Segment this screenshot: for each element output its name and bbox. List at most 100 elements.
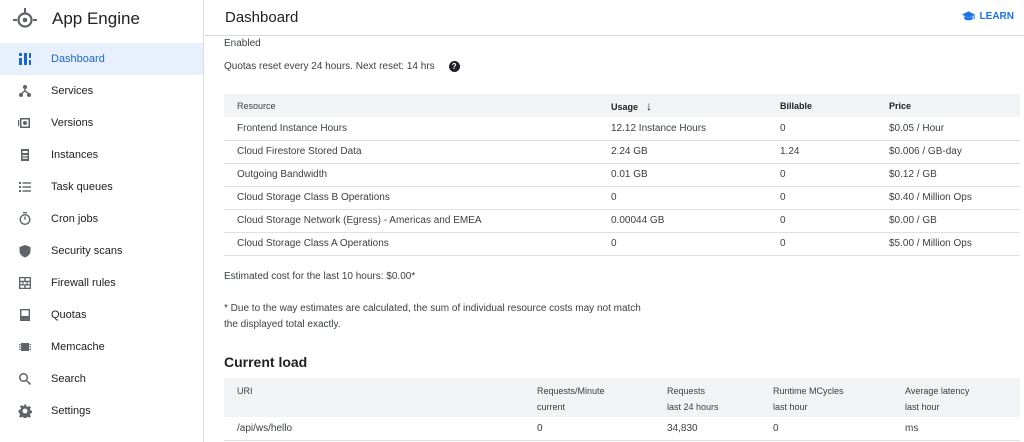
sidebar-item-label: Cron jobs <box>51 213 99 225</box>
sidebar-item-firewall-rules[interactable]: Firewall rules <box>0 267 203 299</box>
sidebar-item-quotas[interactable]: Quotas <box>0 299 203 331</box>
column-header-requests[interactable]: Requests last 24 hours <box>654 378 760 417</box>
security-scans-icon <box>18 244 32 258</box>
brand-title: App Engine <box>52 9 140 28</box>
column-header-price[interactable]: Price <box>876 94 1020 117</box>
requests-per-minute-cell: 0 <box>524 417 654 441</box>
cron-jobs-icon <box>18 212 32 226</box>
price-cell: $0.40 / Million Ops <box>876 186 1020 210</box>
runtime-mcycles-cell: 0 <box>760 417 892 441</box>
resource-cell: Cloud Storage Class B Operations <box>224 186 598 210</box>
usage-cell: 0 <box>598 186 767 210</box>
billable-cell: 1.24 <box>767 140 876 164</box>
column-header-runtime-mcycles[interactable]: Runtime MCycles last hour <box>760 378 892 417</box>
learn-label: LEARN <box>979 11 1014 22</box>
column-header-uri[interactable]: URI <box>224 378 524 417</box>
sidebar-item-label: Services <box>51 85 94 97</box>
sidebar-item-settings[interactable]: Settings <box>0 395 203 427</box>
resource-usage-table: Resource Usage ↓ Billable Price Frontend … <box>224 94 1020 256</box>
table-header-row: Resource Usage ↓ Billable Price <box>224 94 1020 117</box>
usage-cell: 12.12 Instance Hours <box>598 117 767 141</box>
sidebar-item-label: Security scans <box>51 245 123 257</box>
versions-icon <box>18 116 32 130</box>
brand: App Engine <box>0 0 203 38</box>
requests-cell: 34,830 <box>654 417 760 441</box>
table-row: /api/ws/hello 0 34,830 0 ms <box>224 417 1020 441</box>
billable-cell: 0 <box>767 163 876 187</box>
column-header-requests-per-minute[interactable]: Requests/Minute current <box>524 378 654 417</box>
settings-icon <box>18 404 32 418</box>
resource-cell: Cloud Storage Network (Egress) - America… <box>224 209 598 233</box>
quotas-icon <box>18 308 32 322</box>
sidebar-item-search[interactable]: Search <box>0 363 203 395</box>
sidebar-item-label: Versions <box>51 117 94 129</box>
help-icon[interactable]: ? <box>448 61 460 72</box>
quota-reset-line: Quotas reset every 24 hours. Next reset:… <box>224 61 460 72</box>
header-line: URI <box>237 386 253 396</box>
graduation-cap-icon <box>961 11 975 21</box>
sidebar-item-instances[interactable]: Instances <box>0 139 203 171</box>
page-title: Dashboard <box>225 9 299 26</box>
sidebar-item-memcache[interactable]: Memcache <box>0 331 203 363</box>
sidebar-item-label: Dashboard <box>51 53 105 65</box>
price-cell: $5.00 / Million Ops <box>876 232 1020 256</box>
sidebar-item-task-queues[interactable]: Task queues <box>0 171 203 203</box>
current-load-table: URI Requests/Minute current Requests last … <box>224 378 1020 441</box>
sidebar: App Engine Dashboard Services Versions I… <box>0 0 204 442</box>
sidebar-item-label: Memcache <box>51 341 105 353</box>
sidebar-item-label: Task queues <box>51 181 113 193</box>
dashboard-icon <box>18 52 32 66</box>
sidebar-item-label: Firewall rules <box>51 277 116 289</box>
task-queues-icon <box>18 180 32 194</box>
learn-button[interactable]: LEARN <box>961 10 1014 23</box>
billable-cell: 0 <box>767 186 876 210</box>
header-line: Runtime MCycles <box>773 386 844 396</box>
app-engine-logo-icon <box>13 8 37 28</box>
column-header-billable[interactable]: Billable <box>767 94 876 117</box>
sidebar-nav: Dashboard Services Versions Instances Ta… <box>0 43 203 427</box>
column-header-average-latency[interactable]: Average latency last hour <box>892 378 1020 417</box>
resource-cell: Cloud Firestore Stored Data <box>224 140 598 164</box>
services-icon <box>18 84 32 98</box>
header-subline: current <box>537 402 566 412</box>
usage-cell: 2.24 GB <box>598 140 767 164</box>
column-header-usage[interactable]: Usage ↓ <box>598 94 767 117</box>
usage-header-label: Usage <box>611 101 639 112</box>
average-latency-cell: ms <box>892 417 1020 441</box>
sidebar-item-dashboard[interactable]: Dashboard <box>0 43 203 75</box>
table-row: Cloud Storage Network (Egress) - America… <box>224 209 1020 233</box>
sidebar-item-label: Settings <box>51 405 91 417</box>
memcache-icon <box>18 340 32 354</box>
firewall-rules-icon <box>18 276 32 290</box>
table-row: Cloud Storage Class A Operations 0 0 $5.… <box>224 232 1020 256</box>
header-subline: last hour <box>773 402 808 412</box>
sidebar-item-versions[interactable]: Versions <box>0 107 203 139</box>
sidebar-item-security-scans[interactable]: Security scans <box>0 235 203 267</box>
billable-cell: 0 <box>767 117 876 141</box>
sidebar-item-label: Search <box>51 373 86 385</box>
price-cell: $0.006 / GB-day <box>876 140 1020 164</box>
resource-cell: Frontend Instance Hours <box>224 117 598 141</box>
billable-cell: 0 <box>767 232 876 256</box>
quota-reset-text: Quotas reset every 24 hours. Next reset:… <box>224 61 435 72</box>
table-header-row: URI Requests/Minute current Requests last … <box>224 378 1020 417</box>
sort-descending-icon: ↓ <box>646 98 653 113</box>
sidebar-item-services[interactable]: Services <box>0 75 203 107</box>
instances-icon <box>18 148 32 162</box>
header-line: Requests/Minute <box>537 386 605 396</box>
search-icon <box>18 372 32 386</box>
header-subline: last hour <box>905 402 940 412</box>
header-subline: last 24 hours <box>667 402 719 412</box>
table-row: Frontend Instance Hours 12.12 Instance H… <box>224 117 1020 141</box>
uri-cell[interactable]: /api/ws/hello <box>224 417 524 441</box>
table-row: Cloud Firestore Stored Data 2.24 GB 1.24… <box>224 140 1020 164</box>
price-cell: $0.12 / GB <box>876 163 1020 187</box>
column-header-resource[interactable]: Resource <box>224 94 598 117</box>
sidebar-item-label: Quotas <box>51 309 87 321</box>
current-load-title: Current load <box>224 354 308 370</box>
table-row: Outgoing Bandwidth 0.01 GB 0 $0.12 / GB <box>224 163 1020 187</box>
usage-cell: 0.00044 GB <box>598 209 767 233</box>
sidebar-item-cron-jobs[interactable]: Cron jobs <box>0 203 203 235</box>
price-cell: $0.05 / Hour <box>876 117 1020 141</box>
table-row: Cloud Storage Class B Operations 0 0 $0.… <box>224 186 1020 210</box>
